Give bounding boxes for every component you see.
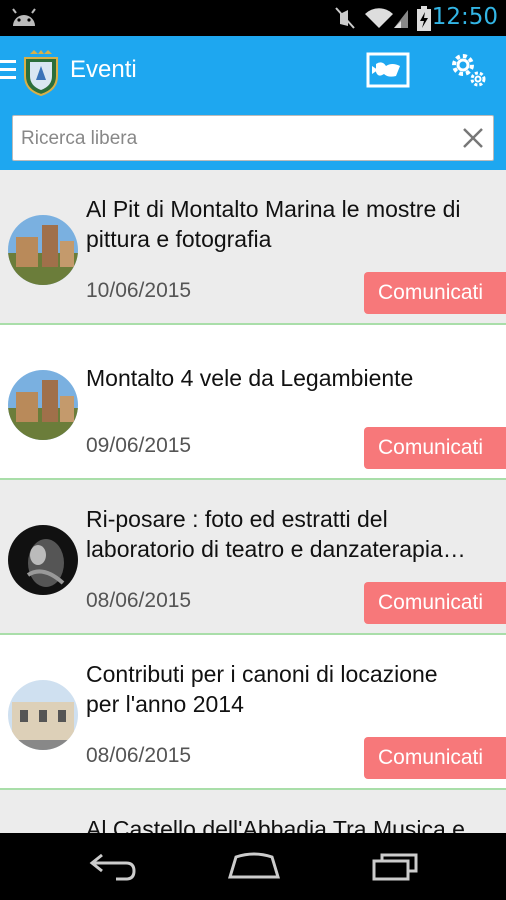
event-thumbnail	[8, 370, 78, 440]
crest-logo[interactable]	[22, 50, 60, 96]
menu-icon[interactable]	[0, 60, 16, 82]
list-item[interactable]: Contributi per i canoni di locazione per …	[0, 635, 506, 790]
list-item[interactable]: Montalto 4 vele da Legambiente 09/06/201…	[0, 325, 506, 480]
category-badge[interactable]: Comunicati	[364, 272, 506, 314]
back-icon[interactable]	[88, 851, 138, 881]
category-badge[interactable]: Comunicati	[364, 427, 506, 469]
clock: 12:50	[431, 4, 498, 30]
recent-apps-icon[interactable]	[370, 851, 420, 881]
search-box	[12, 115, 494, 161]
battery-icon	[417, 6, 431, 31]
app-bar: Eventi	[0, 36, 506, 108]
event-title: Ri-posare : foto ed estratti del laborato…	[86, 506, 466, 562]
status-bar: 12:50	[0, 0, 506, 36]
settings-icon[interactable]	[448, 50, 488, 90]
search-bar	[0, 108, 506, 170]
list-item[interactable]: Al Pit di Montalto Marina le mostre di pi…	[0, 170, 506, 325]
android-icon	[12, 8, 36, 26]
category-badge[interactable]: Comunicati	[364, 737, 506, 779]
event-title: Al Castello dell'Abbadia Tra Musica e	[86, 816, 465, 833]
event-title: Contributi per i canoni di locazione per …	[86, 661, 438, 717]
navigation-bar	[0, 833, 506, 900]
search-input[interactable]	[19, 124, 443, 154]
event-thumbnail	[8, 680, 78, 750]
event-date: 08/06/2015	[86, 744, 192, 767]
mute-icon	[335, 7, 355, 29]
category-badge[interactable]: Comunicati	[364, 582, 506, 624]
event-thumbnail	[8, 215, 78, 285]
event-title: Montalto 4 vele da Legambiente	[86, 365, 414, 391]
events-list: Al Pit di Montalto Marina le mostre di pi…	[0, 170, 506, 833]
map-icon[interactable]	[366, 52, 410, 88]
list-item[interactable]: Al Castello dell'Abbadia Tra Musica e	[0, 790, 506, 833]
wifi-icon	[365, 8, 393, 28]
page-title: Eventi	[70, 56, 137, 83]
event-date: 10/06/2015	[86, 279, 192, 302]
event-title: Al Pit di Montalto Marina le mostre di pi…	[86, 196, 461, 252]
signal-icon	[394, 10, 408, 28]
home-icon[interactable]	[226, 851, 282, 881]
event-date: 09/06/2015	[86, 434, 192, 457]
list-item[interactable]: Ri-posare : foto ed estratti del laborato…	[0, 480, 506, 635]
clear-icon[interactable]	[461, 126, 485, 150]
event-thumbnail	[8, 525, 78, 595]
event-date: 08/06/2015	[86, 589, 192, 612]
